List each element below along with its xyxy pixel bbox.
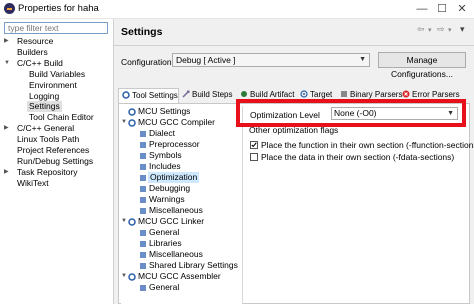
checkmark-icon: [251, 142, 257, 148]
data-sections-checkbox[interactable]: [250, 153, 258, 161]
tree-item-settings[interactable]: Settings: [27, 101, 62, 112]
tool-tree-warnings[interactable]: Warnings: [149, 194, 185, 205]
tool-tree-preprocessor[interactable]: Preprocessor: [149, 139, 200, 150]
tool-gear-icon: [128, 119, 136, 127]
tree-item-wikitext[interactable]: WikiText: [17, 178, 49, 189]
tool-tree-shared-library-settings[interactable]: Shared Library Settings: [149, 260, 238, 271]
tool-tree-includes[interactable]: Includes: [149, 161, 181, 172]
build-artifact-icon: [241, 91, 247, 97]
option-category-icon: [140, 164, 146, 170]
tool-tree-linker-general[interactable]: General: [149, 227, 179, 238]
window-title: Properties for haha: [18, 3, 99, 14]
expand-icon[interactable]: ▶: [4, 123, 9, 134]
option-category-icon: [140, 142, 146, 148]
highlight-box: [236, 99, 466, 127]
tool-tree-mcu-gcc-compiler[interactable]: MCU GCC Compiler: [138, 117, 215, 128]
tool-tree-mcu-gcc-assembler[interactable]: MCU GCC Assembler: [138, 271, 221, 282]
build-steps-icon: [182, 90, 190, 98]
back-arrow-icon[interactable]: ⇦: [417, 24, 425, 35]
tree-item-builders[interactable]: Builders: [17, 47, 48, 58]
minimize-button[interactable]: —: [412, 1, 432, 17]
tree-item-run-debug-settings[interactable]: Run/Debug Settings: [17, 156, 93, 167]
option-category-icon: [140, 175, 146, 181]
tree-item-task-repository[interactable]: Task Repository: [17, 167, 77, 178]
expand-icon[interactable]: ▶: [4, 167, 9, 178]
option-category-icon: [140, 241, 146, 247]
tool-tree-assembler-general[interactable]: General: [149, 282, 179, 293]
tab-tool-settings[interactable]: Tool Settings: [118, 88, 179, 103]
data-sections-label: Place the data in their own section (-fd…: [261, 152, 455, 162]
view-menu-icon[interactable]: ▾: [460, 24, 465, 35]
manage-configurations-button[interactable]: Manage Configurations...: [378, 52, 466, 79]
tool-tree-debugging[interactable]: Debugging: [149, 183, 190, 194]
function-sections-label: Place the function in their own section …: [261, 140, 474, 150]
tool-tree-dialect[interactable]: Dialect: [149, 128, 175, 139]
tab-label: Target: [310, 90, 333, 99]
tool-tree-symbols[interactable]: Symbols: [149, 150, 182, 161]
tool-tree-mcu-settings[interactable]: MCU Settings: [138, 106, 190, 117]
tab-label: Error Parsers: [412, 90, 460, 99]
option-category-icon: [140, 252, 146, 258]
close-button[interactable]: ✕: [452, 1, 472, 17]
configuration-select[interactable]: Debug [ Active ] ▼: [172, 53, 370, 67]
tool-settings-icon: [122, 91, 130, 99]
tab-label: Tool Settings: [132, 91, 178, 100]
tool-tree-optimization[interactable]: Optimization: [148, 172, 200, 183]
option-category-icon: [140, 285, 146, 291]
tab-build-steps[interactable]: Build Steps: [182, 88, 232, 103]
chevron-down-icon[interactable]: ▾: [428, 26, 432, 34]
page-title: Settings: [121, 26, 163, 38]
tree-item-resource[interactable]: Resource: [17, 36, 53, 47]
tree-item-tool-chain-editor[interactable]: Tool Chain Editor: [29, 112, 94, 123]
chevron-down-icon: ▼: [359, 56, 366, 63]
configuration-value: Debug [ Active ]: [176, 55, 236, 65]
tool-tree-miscellaneous[interactable]: Miscellaneous: [149, 205, 203, 216]
binary-parsers-icon: [341, 91, 347, 97]
tool-gear-icon: [128, 218, 136, 226]
filter-input[interactable]: [4, 22, 108, 34]
function-sections-checkbox[interactable]: [250, 141, 258, 149]
option-category-icon: [140, 230, 146, 236]
option-category-icon: [140, 263, 146, 269]
expand-icon[interactable]: ▶: [4, 36, 9, 47]
option-category-icon: [140, 208, 146, 214]
forward-arrow-icon[interactable]: ⇨: [437, 24, 445, 35]
tree-item-build-variables[interactable]: Build Variables: [29, 69, 85, 80]
tree-item-cpp-build[interactable]: C/C++ Build: [17, 58, 63, 69]
tab-label: Build Steps: [192, 90, 233, 99]
tree-item-cpp-general[interactable]: C/C++ General: [17, 123, 74, 134]
app-icon: [4, 3, 15, 14]
option-category-icon: [140, 153, 146, 159]
collapse-icon[interactable]: ▼: [121, 117, 127, 128]
maximize-button[interactable]: ☐: [432, 1, 452, 17]
tab-label: Build Artifact: [250, 90, 295, 99]
tool-tree-linker-miscellaneous[interactable]: Miscellaneous: [149, 249, 203, 260]
configuration-label: Configuration:: [121, 57, 174, 67]
tool-gear-icon: [128, 273, 136, 281]
collapse-icon[interactable]: ▼: [121, 216, 127, 227]
tree-item-linux-tools-path[interactable]: Linux Tools Path: [17, 134, 79, 145]
option-category-icon: [140, 131, 146, 137]
collapse-icon[interactable]: ▼: [4, 58, 10, 69]
tool-tree-mcu-gcc-linker[interactable]: MCU GCC Linker: [138, 216, 204, 227]
tool-tree-libraries[interactable]: Libraries: [149, 238, 182, 249]
option-category-icon: [140, 197, 146, 203]
settings-gear-icon: [128, 108, 136, 116]
error-parsers-icon: [402, 90, 410, 98]
collapse-icon[interactable]: ▼: [121, 271, 127, 282]
target-icon: [300, 90, 308, 98]
option-category-icon: [140, 186, 146, 192]
tree-item-project-references[interactable]: Project References: [17, 145, 89, 156]
tree-item-environment[interactable]: Environment: [29, 80, 77, 91]
chevron-down-icon[interactable]: ▾: [448, 26, 452, 34]
tab-label: Binary Parsers: [350, 90, 403, 99]
